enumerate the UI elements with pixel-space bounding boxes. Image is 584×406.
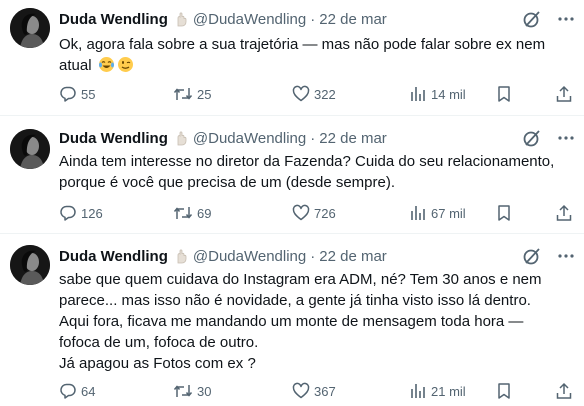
views-button[interactable]: 21 mil [409, 381, 466, 401]
tweet-text-line: parece... mas isso não é novidade, a gen… [59, 292, 531, 309]
bookmark-icon [498, 86, 510, 102]
more-options-icon[interactable] [556, 246, 576, 266]
tweet-text-line: Ok, agora fala sobre a sua trajetória — … [59, 36, 546, 53]
tweet-text: Ok, agora fala sobre a sua trajetória — … [59, 34, 574, 76]
more-options-icon[interactable] [556, 9, 576, 29]
like-count: 367 [314, 383, 336, 399]
like-count: 726 [314, 205, 336, 221]
grok-icon[interactable] [522, 9, 542, 29]
reply-button[interactable]: 64 [59, 381, 95, 401]
tweet-date[interactable]: 22 de mar [319, 11, 387, 28]
share-button[interactable] [555, 381, 573, 401]
repost-button[interactable]: 30 [173, 381, 211, 401]
reply-count: 126 [81, 205, 103, 221]
user-handle[interactable]: @DudaWendling [193, 248, 306, 265]
reply-count: 64 [81, 383, 96, 399]
tweet-actions: 64 30 367 21 mil [59, 381, 579, 401]
analytics-icon [411, 206, 425, 220]
analytics-icon [411, 87, 425, 101]
like-button[interactable]: 367 [292, 381, 336, 401]
avatar[interactable] [10, 129, 50, 169]
views-count: 14 mil [431, 86, 466, 102]
repost-icon [173, 88, 193, 100]
separator-dot: · [310, 247, 316, 265]
repost-icon [173, 207, 193, 219]
reply-count: 55 [81, 86, 96, 102]
display-name[interactable]: Duda Wendling [59, 11, 168, 28]
tweet-text-line: fofoca de um, fofoca de outro. [59, 334, 259, 351]
repost-button[interactable]: 25 [173, 84, 211, 104]
hand-emoji-icon [173, 11, 189, 27]
reply-icon [60, 205, 76, 221]
avatar[interactable] [10, 245, 50, 285]
tweet[interactable]: Duda Wendling @DudaWendling · 22 de mar … [0, 0, 584, 116]
reply-button[interactable]: 55 [59, 84, 95, 104]
views-button[interactable]: 67 mil [409, 203, 466, 223]
bookmark-button[interactable] [495, 84, 513, 104]
hand-emoji-icon [173, 248, 189, 264]
heart-icon [292, 382, 310, 399]
bookmark-button[interactable] [495, 203, 513, 223]
hand-emoji-icon [173, 130, 189, 146]
tweet-text-line: Aqui fora, ficava me mandando um monte d… [59, 313, 524, 330]
tweet-text-line: atual [59, 57, 92, 74]
repost-count: 30 [197, 383, 212, 399]
views-count: 21 mil [431, 383, 466, 399]
tweet[interactable]: Duda Wendling @DudaWendling · 22 de mar … [0, 117, 584, 234]
more-options-icon[interactable] [556, 128, 576, 148]
separator-dot: · [310, 129, 316, 147]
tweet-actions: 126 69 726 67 mil [59, 203, 579, 223]
share-icon [556, 382, 572, 399]
share-icon [556, 204, 572, 221]
tweet-text-line: sabe que quem cuidava do Instagram era A… [59, 271, 542, 288]
tweet-actions: 55 25 322 14 mil [59, 84, 579, 104]
tweet-header: Duda Wendling @DudaWendling · 22 de mar [59, 9, 387, 29]
user-handle[interactable]: @DudaWendling [193, 11, 306, 28]
tweet-date[interactable]: 22 de mar [319, 130, 387, 147]
views-count: 67 mil [431, 205, 466, 221]
avatar[interactable] [10, 8, 50, 48]
reply-icon [60, 86, 76, 102]
heart-icon [292, 85, 310, 102]
display-name[interactable]: Duda Wendling [59, 248, 168, 265]
analytics-icon [411, 384, 425, 398]
bookmark-icon [498, 383, 510, 399]
user-handle[interactable]: @DudaWendling [193, 130, 306, 147]
grok-icon[interactable] [522, 128, 542, 148]
like-button[interactable]: 726 [292, 203, 336, 223]
tweet[interactable]: Duda Wendling @DudaWendling · 22 de mar … [0, 235, 584, 406]
grok-icon[interactable] [522, 246, 542, 266]
repost-count: 69 [197, 205, 212, 221]
heart-icon [292, 204, 310, 221]
share-button[interactable] [555, 84, 573, 104]
reply-button[interactable]: 126 [59, 203, 103, 223]
like-button[interactable]: 322 [292, 84, 336, 104]
share-button[interactable] [555, 203, 573, 223]
winking-face-emoji-icon [117, 56, 134, 73]
tweet-header: Duda Wendling @DudaWendling · 22 de mar [59, 246, 387, 266]
views-button[interactable]: 14 mil [409, 84, 466, 104]
like-count: 322 [314, 86, 336, 102]
tweet-text: sabe que quem cuidava do Instagram era A… [59, 269, 574, 374]
tweet-date[interactable]: 22 de mar [319, 248, 387, 265]
face-with-tears-of-joy-emoji-icon [98, 56, 115, 73]
reply-icon [60, 383, 76, 399]
tweet-header: Duda Wendling @DudaWendling · 22 de mar [59, 128, 387, 148]
repost-icon [173, 385, 193, 397]
bookmark-icon [498, 205, 510, 221]
display-name[interactable]: Duda Wendling [59, 130, 168, 147]
repost-count: 25 [197, 86, 212, 102]
bookmark-button[interactable] [495, 381, 513, 401]
tweet-text-line: porque é você que precisa de um (desde s… [59, 174, 396, 191]
tweet-text-line: Ainda tem interesse no diretor da Fazend… [59, 153, 555, 170]
separator-dot: · [310, 10, 316, 28]
repost-button[interactable]: 69 [173, 203, 211, 223]
share-icon [556, 85, 572, 102]
tweet-text: Ainda tem interesse no diretor da Fazend… [59, 151, 574, 193]
tweet-text-line: Já apagou as Fotos com ex ? [59, 355, 256, 372]
